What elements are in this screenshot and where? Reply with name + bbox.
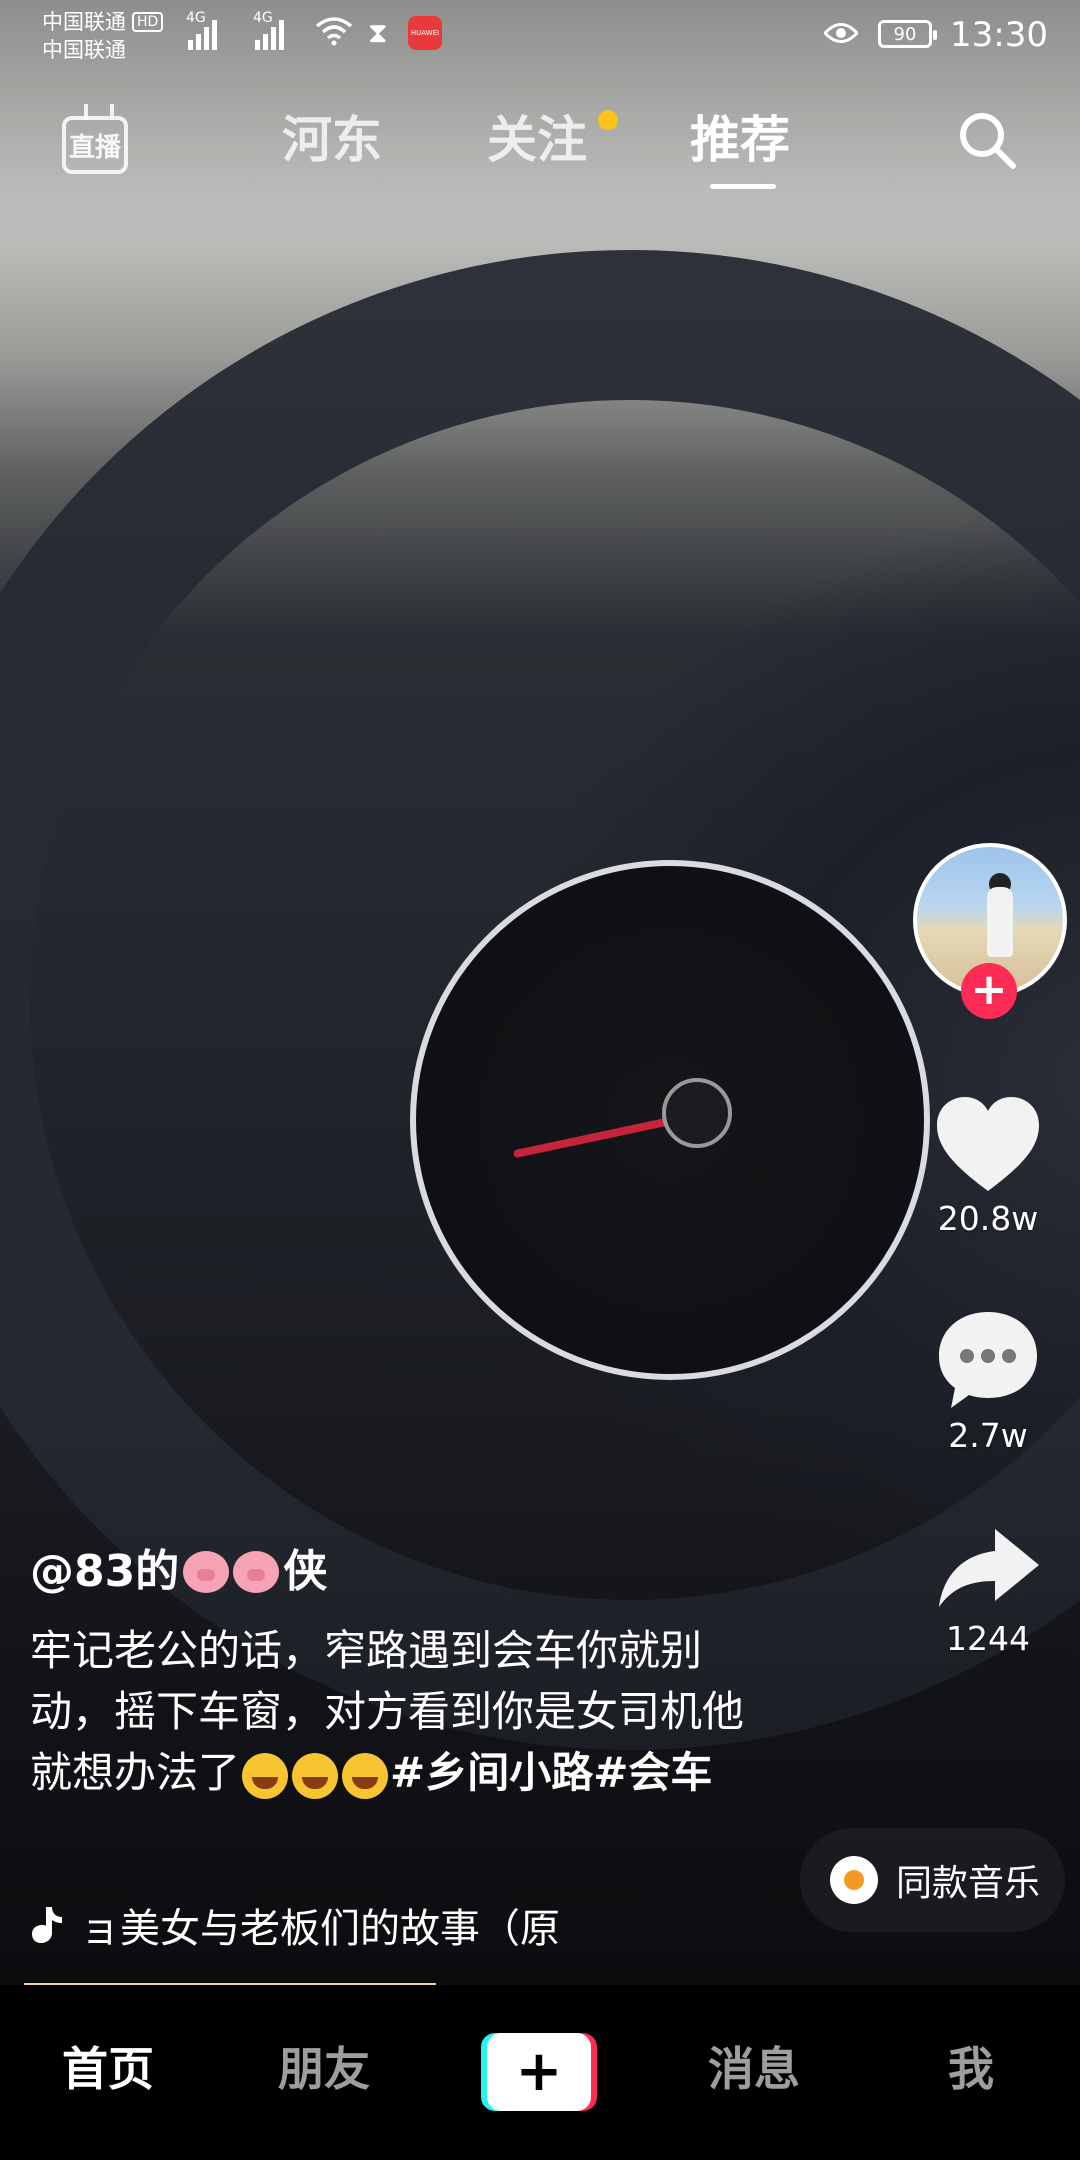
top-navigation: 直播 河东 关注 推荐 [0,100,1080,210]
huawei-app-icon: HUAWEI [408,16,442,50]
heart-icon [937,1097,1039,1191]
author-name[interactable]: @83的 侠 [30,1545,327,1599]
author-avatar-container: + [913,843,1067,1019]
following-notification-dot [598,110,618,130]
status-bar: 中国联通 HD 中国联通 4G 4G ⧗ HUAWEI 90 13:30 [0,0,1080,72]
live-tv-icon: 直播 [62,116,128,174]
eye-comfort-icon [824,23,858,43]
like-button[interactable]: 20.8w [918,1095,1058,1239]
caption-hashtags[interactable]: #乡间小路#会车 [390,1748,712,1797]
laughing-emoji-icon [292,1752,339,1799]
create-button-face: + [487,2033,591,2111]
clock: 13:30 [950,15,1048,55]
tab-local[interactable]: 河东 [282,108,382,172]
wifi-icon [315,17,353,46]
active-tab-indicator [710,184,776,189]
laughing-emoji-icon [242,1752,289,1799]
nav-friends[interactable]: 朋友 [278,2039,370,2099]
share-button[interactable]: 1244 [918,1525,1058,1659]
carrier-name-1: 中国联通 [42,10,126,34]
nav-me[interactable]: 我 [948,2039,994,2099]
music-info[interactable]: ョ美女与老板们的故事（原 [30,1895,560,1955]
comment-count: 2.7w [948,1416,1028,1455]
network-type-1: 4G [186,10,206,26]
share-count: 1244 [946,1619,1030,1658]
music-disc-icon [830,1856,878,1904]
laughing-emoji-icon [342,1752,389,1799]
tab-recommended[interactable]: 推荐 [690,108,790,172]
network-type-2: 4G [253,10,273,26]
nav-home[interactable]: 首页 [62,2039,154,2099]
bottom-navigation: 首页 朋友 + 消息 我 [0,1985,1080,2160]
same-music-button[interactable]: 同款音乐 [800,1828,1065,1932]
pig-emoji-icon [183,1551,230,1593]
comment-icon [939,1312,1037,1408]
follow-button[interactable]: + [961,963,1017,1019]
search-icon[interactable] [955,108,1019,172]
video-feed-screen: 中国联通 HD 中国联通 4G 4G ⧗ HUAWEI 90 13:30 直播 … [0,0,1080,2160]
battery-icon: 90 [878,20,937,48]
live-button[interactable]: 直播 [60,104,132,176]
same-music-label: 同款音乐 [896,1863,1041,1904]
share-arrow-icon [939,1529,1039,1607]
like-count: 20.8w [937,1199,1039,1238]
tab-following[interactable]: 关注 [487,108,587,172]
pig-emoji-icon [233,1551,280,1593]
hourglass-icon: ⧗ [368,16,388,49]
hd-badge: HD [132,12,164,32]
signal-icon-2: 4G [253,10,284,50]
carrier-info: 中国联通 HD 中国联通 [42,8,164,64]
music-note-icon [32,1907,62,1943]
author-handle-suffix: 侠 [283,1546,328,1597]
music-title: ョ美女与老板们的故事（原 [80,1906,560,1952]
avatar-person-body [987,887,1013,957]
comment-button[interactable]: 2.7w [918,1308,1058,1456]
create-video-button[interactable]: + [481,2033,597,2111]
plus-icon: + [515,2039,563,2104]
video-caption: 牢记老公的话，窄路遇到会车你就别动，摇下车窗，对方看到你是女司机他就想办法了 #乡… [30,1620,760,1803]
author-handle: @83的 [30,1546,180,1597]
live-label: 直播 [68,132,121,163]
nav-messages[interactable]: 消息 [708,2039,800,2099]
battery-level: 90 [893,23,917,45]
carrier-name-2: 中国联通 [42,38,126,62]
signal-icon-1: 4G [186,10,217,50]
